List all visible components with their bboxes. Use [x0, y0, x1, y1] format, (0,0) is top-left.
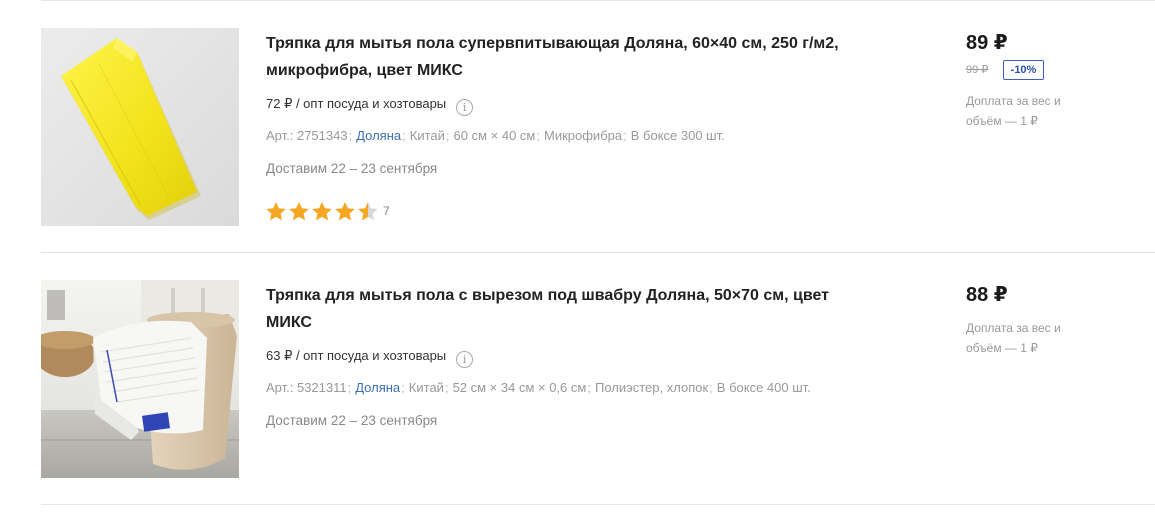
spec-material: Микрофибра: [544, 128, 623, 143]
white-cloth-bucket-photo: [41, 280, 239, 478]
spec-country: Китай: [408, 380, 444, 395]
star-icon: [335, 202, 355, 221]
delivery-date: Доставим 22 – 23 сентября: [266, 161, 438, 176]
weight-surcharge: Доплата за вес и объём — 1 ₽: [966, 94, 1061, 128]
star-icon: [266, 202, 286, 221]
divider: [41, 0, 1155, 1]
brand-link[interactable]: Доляна: [355, 380, 400, 395]
weight-surcharge: Доплата за вес и объём — 1 ₽: [966, 321, 1061, 355]
spec-box: В боксе 400 шт.: [716, 380, 811, 395]
info-icon[interactable]: i: [456, 351, 474, 368]
spec-article: Арт.: 2751343: [266, 128, 348, 143]
spec-article: Арт.: 5321311: [266, 380, 347, 395]
half-star-icon: [358, 202, 378, 221]
wholesale-price-text: 63 ₽ / опт посуда и хозтовары: [266, 348, 447, 363]
wholesale-price: 63 ₽ / опт посуда и хозтовары i: [266, 347, 474, 368]
product-image[interactable]: [41, 28, 239, 226]
product-card: Тряпка для мытья пола с вырезом под шваб…: [41, 280, 1155, 504]
old-price: 99 ₽: [966, 64, 989, 76]
product-card: Тряпка для мытья пола супервпитывающая Д…: [41, 28, 1155, 252]
wholesale-price: 72 ₽ / опт посуда и хозтовары i: [266, 95, 474, 116]
price: 89 ₽: [966, 32, 1008, 54]
spec-size: 60 см × 40 см: [453, 128, 536, 143]
product-title[interactable]: Тряпка для мытья пола супервпитывающая Д…: [266, 30, 866, 84]
star-icon: [289, 202, 309, 221]
product-title[interactable]: Тряпка для мытья пола с вырезом под шваб…: [266, 282, 866, 336]
spec-box: В боксе 300 шт.: [630, 128, 725, 143]
discount-badge: -10%: [1003, 60, 1044, 80]
product-specs: Арт.: 5321311; Доляна; Китай; 52 см × 34 см…: [266, 380, 811, 395]
spec-country: Китай: [409, 128, 445, 143]
divider: [41, 504, 1155, 505]
yellow-cloth-photo: [41, 28, 239, 226]
spec-material: Полиэстер, хлопок: [594, 380, 709, 395]
rating-count: 7: [383, 204, 390, 218]
info-icon[interactable]: i: [456, 99, 474, 116]
divider: [41, 252, 1155, 253]
delivery-date: Доставим 22 – 23 сентября: [266, 413, 438, 428]
price: 88 ₽: [966, 284, 1008, 306]
product-image[interactable]: [41, 280, 239, 478]
spec-size: 52 см × 34 см × 0,6 см: [452, 380, 587, 395]
star-icon: [312, 202, 332, 221]
product-specs: Арт.: 2751343; Доляна; Китай; 60 см × 40 см…: [266, 128, 725, 143]
wholesale-price-text: 72 ₽ / опт посуда и хозтовары: [266, 96, 447, 111]
brand-link[interactable]: Доляна: [356, 128, 401, 143]
